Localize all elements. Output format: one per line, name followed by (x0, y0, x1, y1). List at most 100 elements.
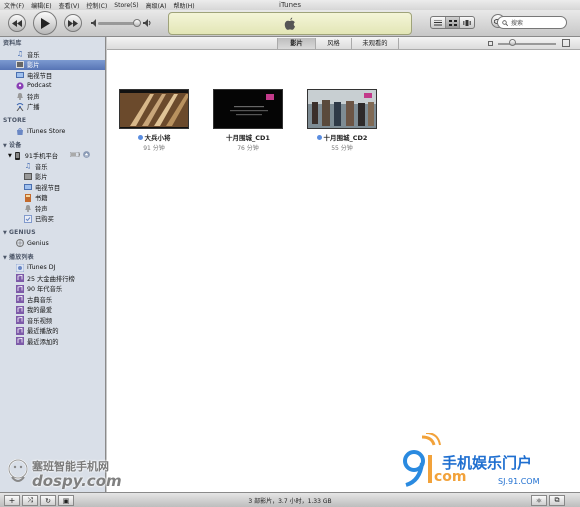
movie-title: 十月围城_CD2 (307, 132, 377, 142)
sidebar-item-label: 最近播放的 (27, 328, 59, 336)
menu-file[interactable]: 文件(F) (4, 1, 24, 10)
zoom-large-icon (562, 39, 570, 47)
list-view-icon (433, 19, 442, 25)
sidebar-item-label: Genius (27, 239, 49, 247)
toolbar: 搜索 (0, 10, 580, 37)
artwork-icon: ▣ (62, 496, 70, 505)
disclosure-triangle-icon[interactable]: ▼ (3, 253, 7, 263)
menu-advanced[interactable]: 高级(A) (146, 1, 167, 10)
genius-sidebar-button[interactable]: ⚛ (531, 495, 547, 506)
sidebar-item-device-tv-shows[interactable]: 电视节目 (0, 182, 105, 193)
smart-playlist-icon (16, 326, 24, 335)
tab-movies[interactable]: 影片 (277, 38, 315, 49)
sidebar-item-playlist[interactable]: 25 大金曲排行榜 (0, 273, 105, 284)
artwork-button[interactable]: ▣ (58, 495, 74, 506)
shuffle-button[interactable]: ⤨ (22, 495, 38, 506)
menu-store[interactable]: Store(S) (114, 2, 138, 9)
smart-playlist-icon (16, 295, 24, 304)
browser-icon: ⧉ (554, 496, 560, 504)
sidebar-item-device-movies[interactable]: 影片 (0, 172, 105, 183)
sidebar-item-music[interactable]: ♫ 音乐 (0, 49, 105, 60)
fast-forward-icon (68, 19, 78, 27)
sidebar-item-device-music[interactable]: ♫ 音乐 (0, 161, 105, 172)
menu-help[interactable]: 帮助(H) (173, 1, 194, 10)
sidebar-item-playlist[interactable]: 我的最爱 (0, 305, 105, 316)
unwatched-dot-icon (137, 134, 143, 140)
sidebar-item-itunes-dj[interactable]: iTunes DJ (0, 263, 105, 274)
radio-icon (16, 102, 24, 111)
next-button[interactable] (64, 14, 82, 32)
sidebar-item-label: iTunes Store (27, 127, 66, 135)
movie-thumbnail[interactable] (213, 89, 283, 129)
genius-icon: ⚛ (535, 496, 543, 505)
eject-icon[interactable] (83, 151, 90, 160)
sidebar-item-playlist[interactable]: 最近添加的 (0, 336, 105, 347)
movie-title-text: 十月围城_CD1 (226, 134, 270, 142)
devices-header: ▼ 设备 (0, 141, 105, 151)
sidebar-item-radio[interactable]: 广播 (0, 102, 105, 113)
sidebar-item-movies[interactable]: 影片 (0, 59, 105, 70)
sidebar-item-label: 90 年代音乐 (27, 286, 63, 294)
sidebar-item-genius[interactable]: Genius (0, 238, 105, 249)
movie-item[interactable]: 十月围城_CD1 76 分钟 (213, 89, 283, 152)
coverflow-view-button[interactable] (460, 17, 474, 28)
volume-slider[interactable] (98, 22, 138, 25)
sidebar-item-playlist[interactable]: 音乐视频 (0, 315, 105, 326)
film-icon (16, 61, 24, 69)
volume-slider-knob[interactable] (133, 19, 141, 27)
search-input[interactable]: 搜索 (497, 16, 567, 29)
volume-low-icon (91, 19, 96, 27)
sidebar-item-playlist[interactable]: 古典音乐 (0, 294, 105, 305)
play-button[interactable] (33, 11, 57, 35)
play-icon (41, 17, 50, 29)
sidebar-item-label: 25 大金曲排行榜 (27, 275, 75, 283)
sidebar-item-device[interactable]: ▼ 91手机平台 (0, 151, 105, 162)
sidebar-item-label: 铃声 (27, 93, 40, 101)
menu-edit[interactable]: 编辑(E) (31, 1, 51, 10)
dj-icon (16, 263, 24, 272)
previous-button[interactable] (8, 14, 26, 32)
film-icon (24, 173, 32, 181)
menu-controls[interactable]: 控制(C) (86, 1, 107, 10)
movie-thumbnail[interactable] (119, 89, 189, 129)
sidebar-item-label: 已购买 (35, 216, 54, 224)
movie-thumbnail[interactable] (307, 89, 377, 129)
sidebar-item-device-ringtones[interactable]: 铃声 (0, 203, 105, 214)
thumbnail-size-slider[interactable] (498, 43, 556, 45)
sidebar-item-tv-shows[interactable]: 电视节目 (0, 70, 105, 81)
menu-view[interactable]: 查看(V) (59, 1, 80, 10)
repeat-button[interactable]: ↻ (40, 495, 56, 506)
list-view-button[interactable] (431, 17, 446, 28)
movie-item[interactable]: 大兵小将 91 分钟 (119, 89, 189, 152)
zoom-small-icon (488, 41, 493, 46)
grid-view-button[interactable] (445, 17, 461, 28)
show-hide-browser-button[interactable]: ⧉ (549, 495, 565, 506)
store-header: STORE (3, 117, 27, 124)
sidebar-item-playlist[interactable]: 90 年代音乐 (0, 284, 105, 295)
playlists-header-label: 播放列表 (9, 253, 34, 261)
sidebar-item-device-books[interactable]: 书籍 (0, 193, 105, 204)
sidebar-item-device-purchased[interactable]: 已购买 (0, 214, 105, 225)
music-note-icon: ♫ (16, 50, 24, 59)
tv-icon (16, 71, 24, 79)
grid-view-icon (448, 19, 457, 26)
thumbnail-size-slider-knob[interactable] (509, 39, 516, 46)
disclosure-triangle-icon[interactable]: ▼ (3, 228, 7, 238)
tv-icon (24, 183, 32, 191)
tab-genres[interactable]: 风格 (315, 38, 351, 49)
add-playlist-button[interactable]: + (4, 495, 20, 506)
sidebar-item-itunes-store[interactable]: iTunes Store (0, 126, 105, 137)
sidebar-item-label: iTunes DJ (27, 264, 56, 272)
movie-item[interactable]: 十月围城_CD2 55 分钟 (307, 89, 377, 152)
tab-unwatched[interactable]: 未观看的 (351, 38, 399, 49)
music-note-icon: ♫ (24, 162, 32, 171)
sidebar-item-playlist[interactable]: 最近播放的 (0, 326, 105, 337)
disclosure-triangle-icon[interactable]: ▼ (3, 141, 7, 151)
apple-logo-icon (284, 17, 295, 30)
sidebar-item-podcast[interactable]: Podcast (0, 81, 105, 92)
smart-playlist-icon (16, 284, 24, 293)
disclosure-triangle-icon[interactable]: ▼ (8, 153, 12, 159)
sidebar-item-ringtones[interactable]: 铃声 (0, 91, 105, 102)
sidebar-item-label: 书籍 (35, 195, 48, 203)
sidebar-item-label: 音乐 (27, 51, 40, 59)
